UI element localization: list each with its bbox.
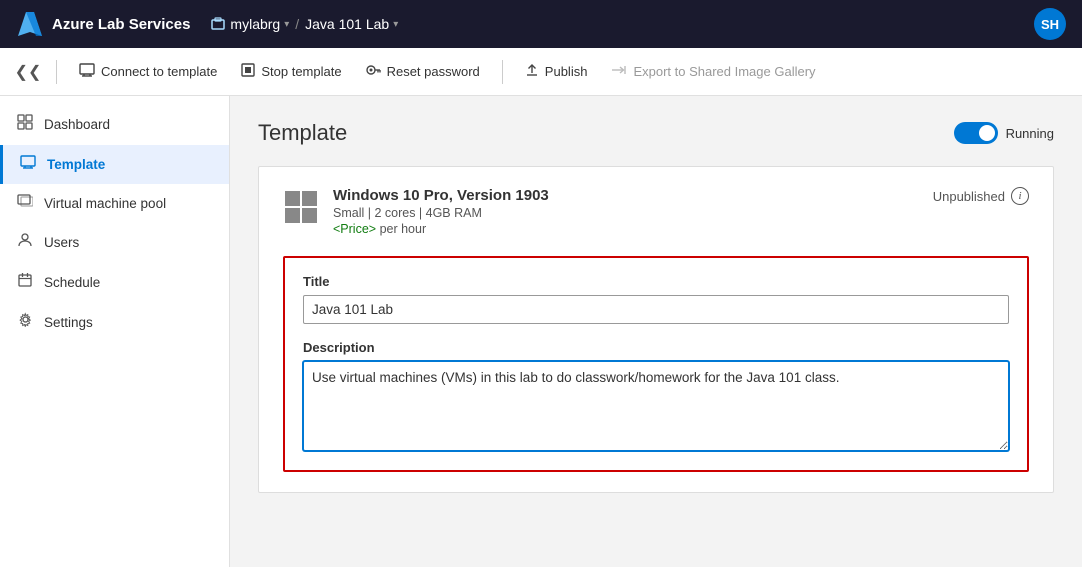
sidebar-item-template[interactable]: Template [0,145,229,184]
toolbar-divider-2 [502,60,503,84]
running-toggle-area: Running [954,122,1054,144]
connect-template-button[interactable]: Connect to template [69,57,227,87]
sidebar-settings-label: Settings [44,315,93,330]
price-suffix: per hour [376,222,426,236]
vm-info-left: Windows 10 Pro, Version 1903 Small | 2 c… [283,187,549,236]
title-label: Title [303,274,1009,289]
app-layout: Dashboard Template Virtual machine poo [0,96,1082,567]
reset-password-button[interactable]: Reset password [356,57,490,87]
form-section: Title Description [283,256,1029,472]
description-textarea[interactable] [303,361,1009,451]
top-nav: Azure Lab Services mylabrg ▾ / Java 101 … [0,0,1082,48]
monitor-pool-icon [17,194,33,208]
sidebar-template-label: Template [47,157,105,172]
users-icon [16,233,34,252]
reset-password-label: Reset password [387,64,480,79]
upload-icon [525,63,539,77]
connect-icon [79,63,95,81]
sidebar-item-schedule[interactable]: Schedule [0,262,229,302]
dashboard-icon [16,114,34,135]
settings-icon [16,312,34,332]
running-label: Running [1006,126,1054,141]
sidebar-schedule-label: Schedule [44,275,100,290]
description-label: Description [303,340,1009,355]
export-icon [611,63,627,80]
vm-name: Windows 10 Pro, Version 1903 [333,187,549,204]
info-icon[interactable]: i [1011,187,1029,205]
publish-button[interactable]: Publish [515,57,598,87]
vm-info-row: Windows 10 Pro, Version 1903 Small | 2 c… [283,187,1029,236]
grid-icon [17,114,33,130]
monitor-template-icon [20,155,36,169]
windows-logo-icon [283,189,319,225]
schedule-icon [16,272,34,292]
collapse-sidebar-button[interactable]: ❮❮ [12,56,44,88]
monitor-icon [79,63,95,77]
vm-details: Windows 10 Pro, Version 1903 Small | 2 c… [333,187,549,236]
description-group: Description [303,340,1009,454]
running-toggle[interactable] [954,122,998,144]
sidebar-item-settings[interactable]: Settings [0,302,229,342]
sidebar-vmpool-label: Virtual machine pool [44,196,166,211]
price-tag: <Price> [333,222,376,236]
breadcrumb-lab[interactable]: Java 101 Lab ▾ [305,16,398,32]
stop-template-button[interactable]: Stop template [231,57,351,87]
publish-icon [525,63,539,81]
toolbar-divider [56,60,57,84]
page-header: Template Running [258,120,1054,146]
template-icon [19,155,37,174]
stop-template-label: Stop template [261,64,341,79]
reset-icon [366,63,381,81]
template-card: Windows 10 Pro, Version 1903 Small | 2 c… [258,166,1054,493]
publish-label: Publish [545,64,588,79]
resource-group-icon [210,16,226,32]
app-logo: Azure Lab Services [16,10,190,38]
collapse-icon: ❮❮ [15,62,42,82]
arrow-right-icon [611,64,627,76]
breadcrumb: mylabrg ▾ / Java 101 Lab ▾ [210,16,398,32]
vm-status-label: Unpublished [933,189,1005,204]
page-title: Template [258,120,347,146]
connect-template-label: Connect to template [101,64,217,79]
breadcrumb-resource[interactable]: mylabrg ▾ [210,16,289,32]
title-input[interactable] [303,295,1009,324]
title-group: Title [303,274,1009,324]
stop-icon [241,63,255,81]
vm-specs: Small | 2 cores | 4GB RAM [333,206,549,220]
key-icon [366,63,381,77]
sidebar-item-users[interactable]: Users [0,223,229,262]
vm-price: <Price> per hour [333,222,549,236]
sidebar-item-vm-pool[interactable]: Virtual machine pool [0,184,229,223]
export-button[interactable]: Export to Shared Image Gallery [601,57,825,86]
breadcrumb-separator: / [295,16,299,32]
user-avatar[interactable]: SH [1034,8,1066,40]
toolbar: ❮❮ Connect to template Stop template [0,48,1082,96]
export-label: Export to Shared Image Gallery [633,64,815,79]
gear-icon [18,312,33,327]
stop-square-icon [241,63,255,77]
vm-pool-icon [16,194,34,213]
sidebar-users-label: Users [44,235,79,250]
sidebar-item-dashboard[interactable]: Dashboard [0,104,229,145]
app-brand: Azure Lab Services [52,16,190,33]
sidebar-dashboard-label: Dashboard [44,117,110,132]
main-content: Template Running Windows 10 Pro, V [230,96,1082,567]
azure-logo-icon [16,10,44,38]
vm-status-area: Unpublished i [933,187,1029,205]
person-icon [17,233,33,247]
calendar-icon [18,272,32,287]
sidebar: Dashboard Template Virtual machine poo [0,96,230,567]
